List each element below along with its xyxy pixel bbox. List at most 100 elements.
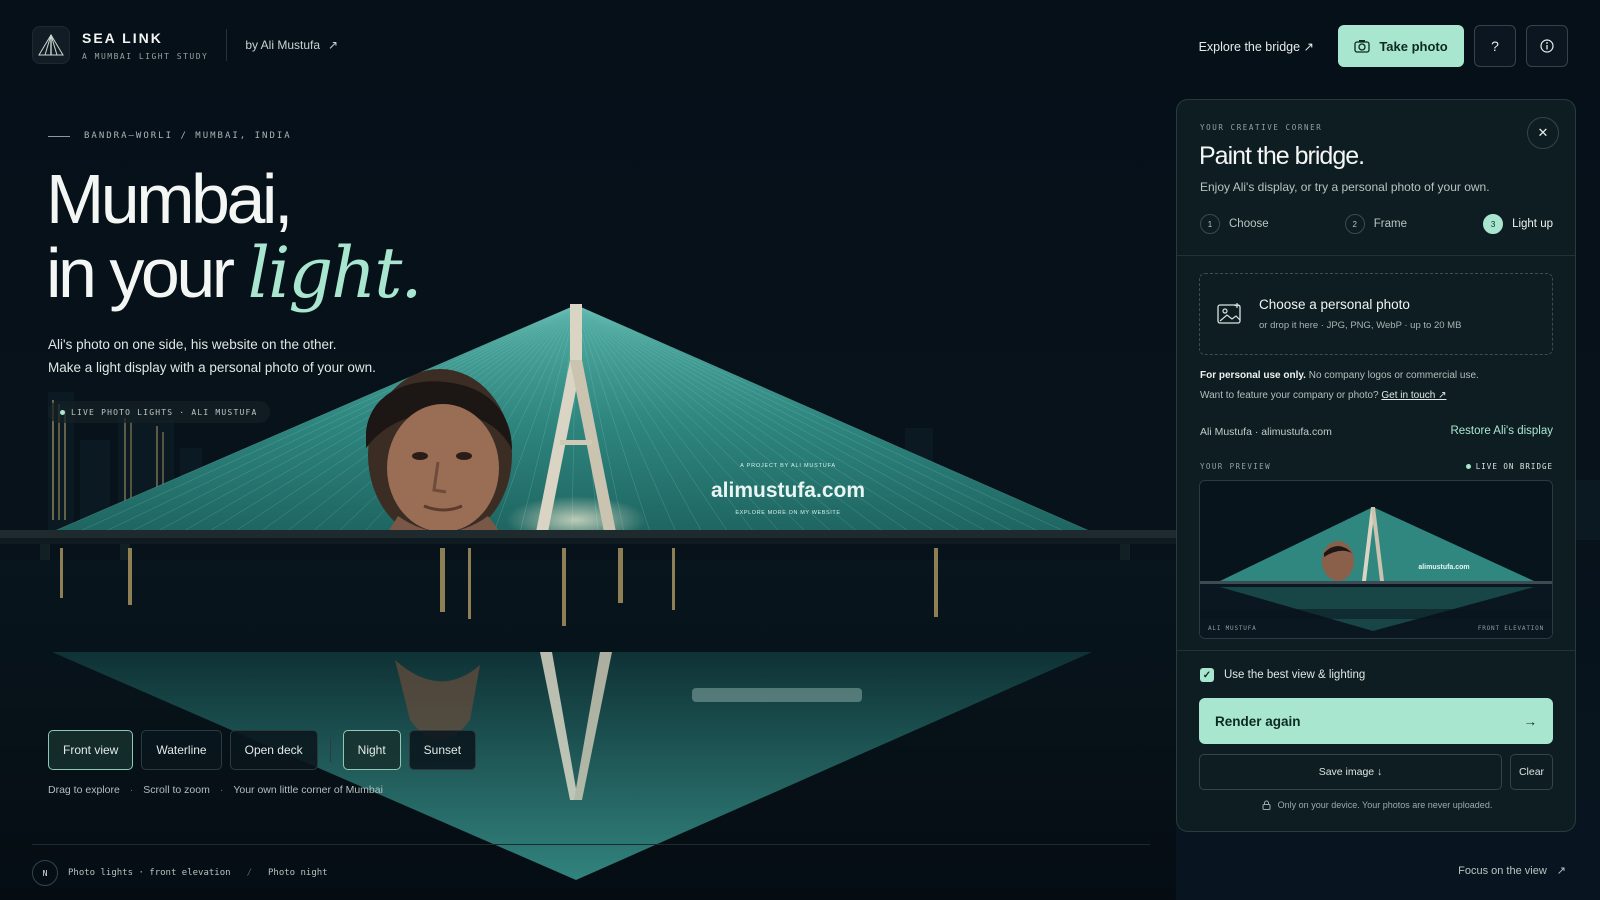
eyebrow-line [48,135,70,137]
best-view-checkbox[interactable]: ✓ [1200,668,1214,682]
footer-divider [32,844,1150,845]
hero-description: Ali's photo on one side, his website on … [48,333,376,379]
step-label: Light up [1512,218,1553,230]
photo-credit: Ali Mustufa · alimustufa.com [1200,426,1332,438]
image-icon [1217,303,1241,324]
hero-line-1: Mumbai, [46,160,293,238]
best-view-option[interactable]: ✓ Use the best view & lighting [1200,668,1365,682]
render-label: Render again [1215,713,1301,729]
panel-eyebrow: YOUR CREATIVE CORNER [1200,123,1323,132]
focus-view-link[interactable]: Focus on the view ↗ [1458,864,1566,878]
render-again-button[interactable]: Render again → [1199,698,1553,744]
controls-divider [329,738,331,762]
dropzone-subtitle: or drop it here · JPG, PNG, WebP · up to… [1259,320,1462,331]
live-dot-icon [60,409,65,415]
clear-button[interactable]: Clear [1510,754,1553,790]
preview-caption-left: ALI MUSTUFA [1208,625,1257,632]
feature-note: Want to feature your company or photo? G… [1200,390,1446,401]
live-on-bridge-text: LIVE ON BRIDGE [1475,462,1553,471]
external-arrow-icon: ↗ [1556,865,1566,877]
take-photo-button[interactable]: Take photo [1338,25,1464,67]
preview-label: YOUR PREVIEW [1200,462,1271,471]
photo-dropzone[interactable]: Choose a personal photo or drop it here … [1199,273,1553,355]
view-open-deck-button[interactable]: Open deck [229,730,318,770]
best-view-label: Use the best view & lighting [1224,669,1366,681]
brand-divider [226,29,228,61]
take-photo-label: Take photo [1379,38,1448,54]
view-waterline-button[interactable]: Waterline [141,730,222,770]
brand-subtitle: A MUMBAI LIGHT STUDY [82,51,209,61]
svg-text:EXPLORE MORE ON MY WEBSITE: EXPLORE MORE ON MY WEBSITE [735,510,840,516]
info-icon [1540,39,1554,53]
panel-subtitle: Enjoy Ali's display, or try a personal p… [1200,180,1490,194]
lighting-night-button[interactable]: Night [342,730,401,770]
live-dot-icon [1465,464,1471,469]
compass-north-icon[interactable]: N [32,860,58,886]
steps-indicator: 1 Choose 2 Frame 3 Light up [1200,214,1553,234]
step-number: 2 [1344,214,1365,234]
privacy-note: Only on your device. Your photos are nev… [1177,800,1575,810]
dropzone-title: Choose a personal photo [1259,297,1410,312]
feature-note-text: Want to feature your company or photo? [1200,390,1382,401]
byline-text: by Ali Mustufa [245,38,321,52]
focus-view-label: Focus on the view [1458,864,1547,877]
svg-text:alimustufa.com: alimustufa.com [711,479,865,502]
svg-text:A PROJECT BY ALI MUSTUFA: A PROJECT BY ALI MUSTUFA [740,463,836,469]
help-button[interactable]: ? [1474,25,1516,67]
get-in-touch-link[interactable]: Get in touch ↗ [1381,390,1446,401]
explore-bridge-link[interactable]: Explore the bridge ↗ [1199,39,1314,54]
hero-line-2: in your [46,234,248,312]
step-frame[interactable]: 2 Frame [1344,214,1407,234]
step-number: 1 [1200,214,1220,234]
external-arrow-icon: ↗ [328,38,339,52]
panel-divider [1177,650,1575,651]
camera-icon [1354,40,1370,53]
view-front-button[interactable]: Front view [48,730,134,770]
panel-divider [1177,255,1575,256]
bridge-deck [0,530,1176,538]
location-text: BANDRA–WORLI / MUMBAI, INDIA [84,131,292,141]
creative-panel: YOUR CREATIVE CORNER ✕ Paint the bridge.… [1176,99,1576,832]
hero-desc-2: Make a light display with a personal pho… [48,360,376,375]
step-label: Frame [1373,218,1407,230]
byline-link[interactable]: by Ali Mustufa ↗ [245,38,338,52]
view-controls: Front view Waterline Open deck Night Sun… [48,730,477,770]
brand-title: SEA LINK [82,29,163,46]
hint-zoom: Scroll to zoom [143,784,210,796]
hero-light-word: light. [247,232,423,314]
hero-desc-1: Ali's photo on one side, his website on … [48,337,337,352]
live-photo-text: LIVE PHOTO LIGHTS · ALI MUSTUFA [71,407,258,417]
preview-site-text: alimustufa.com [1418,564,1469,571]
step-choose[interactable]: 1 Choose [1200,214,1269,234]
footer-lighting: Photo night [267,868,328,878]
privacy-text: Only on your device. Your photos are nev… [1277,800,1493,810]
close-button[interactable]: ✕ [1527,117,1559,149]
step-label: Choose [1229,218,1269,230]
arrow-right-icon: → [1523,713,1538,729]
restore-display-button[interactable]: Restore Ali's display [1450,425,1553,437]
bridge-logo-icon [32,26,70,64]
footer-mode: Photo lights · front elevation [68,868,231,878]
interaction-hints: Drag to explore · Scroll to zoom · Your … [48,784,383,796]
usage-note-rest: No company logos or commercial use. [1305,370,1479,381]
hint-corner: Your own little corner of Mumbai [233,784,383,796]
usage-note-bold: For personal use only. [1200,370,1306,381]
lighting-sunset-button[interactable]: Sunset [408,730,477,770]
hero-title: Mumbai, in your light. [46,160,423,312]
live-photo-badge: LIVE PHOTO LIGHTS · ALI MUSTUFA [48,401,270,423]
footer-status: N Photo lights · front elevation / Photo… [32,860,328,886]
close-icon: ✕ [1537,125,1549,140]
help-icon: ? [1491,38,1499,54]
step-number: 3 [1483,214,1504,234]
panel-title: Paint the bridge. [1199,142,1365,170]
location-eyebrow: BANDRA–WORLI / MUMBAI, INDIA [48,131,292,141]
brand[interactable]: SEA LINK A MUMBAI LIGHT STUDY by Ali Mus… [32,26,338,64]
lock-icon [1262,800,1271,810]
info-button[interactable] [1526,25,1568,67]
save-image-button[interactable]: Save image ↓ [1199,754,1502,790]
step-light-up[interactable]: 3 Light up [1483,214,1553,234]
preview-thumbnail: alimustufa.com ALI MUSTUFA FRONT ELEVATI… [1199,480,1553,639]
usage-note: For personal use only. No company logos … [1200,370,1479,381]
preview-caption-right: FRONT ELEVATION [1477,625,1544,632]
hint-drag: Drag to explore [48,784,120,796]
